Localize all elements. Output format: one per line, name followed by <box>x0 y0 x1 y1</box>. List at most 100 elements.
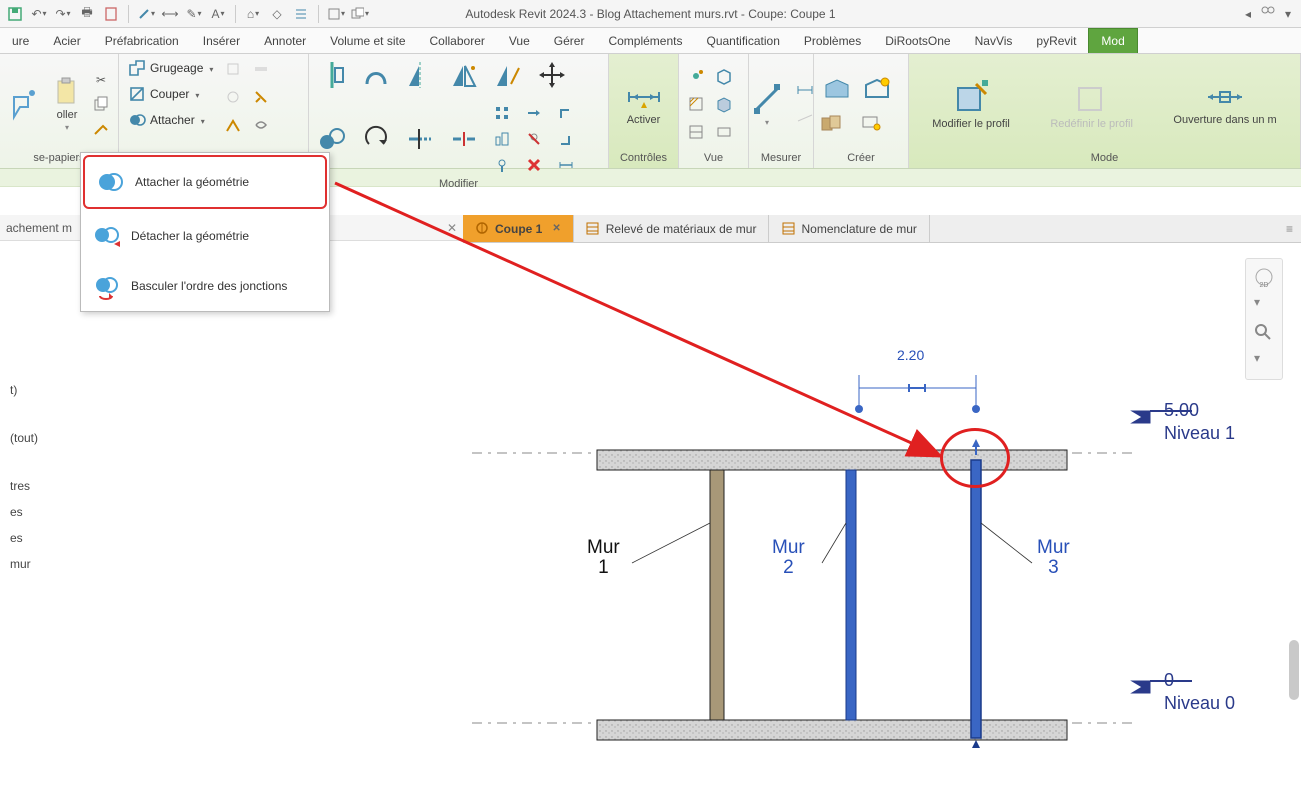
geom-option-5-icon[interactable] <box>250 86 272 108</box>
corner2-icon[interactable] <box>555 128 577 150</box>
vue-icon-6[interactable] <box>713 121 735 143</box>
undo-icon[interactable]: ↶ <box>30 5 48 23</box>
couper-button[interactable]: Couper <box>125 84 216 104</box>
close-views-icon[interactable] <box>327 5 345 23</box>
cut-icon[interactable]: ✂ <box>90 69 112 91</box>
user-icon[interactable] <box>1259 3 1277 24</box>
tab-acier[interactable]: Acier <box>41 28 92 53</box>
mirror-axis-icon[interactable] <box>403 58 437 92</box>
vertical-scrollbar[interactable] <box>1289 640 1299 700</box>
nav-chevron-icon[interactable]: ▾ <box>1254 351 1274 371</box>
level0-name[interactable]: Niveau 0 <box>1164 693 1235 714</box>
pin-icon[interactable] <box>491 154 513 176</box>
align-icon[interactable] <box>315 58 349 92</box>
tab-collaborer[interactable]: Collaborer <box>418 28 497 53</box>
tab-problemes[interactable]: Problèmes <box>792 28 873 53</box>
dim-arrow-icon[interactable] <box>555 154 577 176</box>
scale-icon[interactable] <box>491 128 513 150</box>
delete-icon[interactable] <box>523 154 545 176</box>
tag-icon[interactable]: ✎ <box>185 5 203 23</box>
copy-icon-big[interactable] <box>315 122 349 156</box>
geom-option-3-icon[interactable] <box>222 114 244 136</box>
level1-name[interactable]: Niveau 1 <box>1164 423 1235 444</box>
measure-icon[interactable] <box>137 5 155 23</box>
match-icon[interactable] <box>90 117 112 139</box>
vue-icon-2[interactable] <box>685 93 707 115</box>
prop-row[interactable]: mur <box>10 551 453 577</box>
mirror-pick-icon[interactable] <box>447 58 481 92</box>
menu-attacher-geometrie[interactable]: Attacher la géométrie <box>83 155 327 209</box>
align-dim-icon[interactable]: ⟷ <box>161 5 179 23</box>
vue-icon-5[interactable] <box>713 93 735 115</box>
prop-row[interactable]: es <box>10 525 453 551</box>
close-icon[interactable]: ✕ <box>447 221 457 235</box>
view-tabs-menu-icon[interactable]: ≡ <box>1278 215 1301 242</box>
drawing-canvas[interactable]: 2.20 Mur 1 Mur 2 Mur 3 5.00 Niveau 1 0 N… <box>472 243 1301 790</box>
redo-icon[interactable]: ↷ <box>54 5 72 23</box>
offset-icon[interactable] <box>359 58 393 92</box>
prop-row[interactable]: t) <box>10 377 453 403</box>
menu-basculer-jonctions[interactable]: Basculer l'ordre des jonctions <box>81 261 329 311</box>
tab-annoter[interactable]: Annoter <box>252 28 318 53</box>
create-similar-icon[interactable] <box>820 74 854 108</box>
grugeage-button[interactable]: Grugeage <box>125 58 216 78</box>
tab-inserer[interactable]: Insérer <box>191 28 252 53</box>
attacher-button[interactable]: Attacher <box>125 110 216 130</box>
corner-icon[interactable] <box>555 102 577 124</box>
view-tab-releve[interactable]: Relevé de matériaux de mur <box>574 215 770 242</box>
copy-icon[interactable] <box>90 93 112 115</box>
vue-icon-4[interactable] <box>713 65 735 87</box>
chevron-down-icon[interactable]: ▾ <box>1285 7 1291 21</box>
split-icon[interactable] <box>447 122 481 156</box>
viewcube-icon[interactable]: 2D <box>1254 267 1274 287</box>
menu-detacher-geometrie[interactable]: Détacher la géométrie <box>81 211 329 261</box>
mirror-draw-icon[interactable] <box>491 58 525 92</box>
thin-lines-icon[interactable] <box>292 5 310 23</box>
mesurer-button[interactable]: ▾ <box>746 80 788 129</box>
tab-architecture[interactable]: ure <box>0 28 41 53</box>
tab-volume-site[interactable]: Volume et site <box>318 28 417 53</box>
create-assembly-icon[interactable] <box>860 74 894 108</box>
home-icon[interactable]: ⌂ <box>244 5 262 23</box>
switch-windows-icon[interactable] <box>351 5 369 23</box>
dim-linear-icon[interactable] <box>794 79 816 101</box>
move-icon[interactable] <box>535 58 569 92</box>
sheet-icon[interactable] <box>102 5 120 23</box>
unpin-icon[interactable] <box>523 128 545 150</box>
tab-prefabrication[interactable]: Préfabrication <box>93 28 191 53</box>
geom-option-6-icon[interactable] <box>250 114 272 136</box>
view-tab-coupe1[interactable]: Coupe 1 ✕ <box>463 215 574 242</box>
prop-row[interactable]: (tout) <box>10 425 453 451</box>
extend-icon[interactable] <box>523 102 545 124</box>
create-group-icon[interactable] <box>820 112 842 134</box>
tab-vue[interactable]: Vue <box>497 28 542 53</box>
vue-icon-3[interactable] <box>685 121 707 143</box>
trim-icon[interactable] <box>403 122 437 156</box>
close-tab-icon[interactable]: ✕ <box>552 223 560 234</box>
chevron-left-icon[interactable]: ◂ <box>1245 7 1251 21</box>
activer-button[interactable]: Activer <box>621 80 667 128</box>
modify-button[interactable] <box>6 85 44 123</box>
section-icon[interactable]: ◇ <box>268 5 286 23</box>
zoom-region-icon[interactable] <box>1254 323 1274 343</box>
tab-quantification[interactable]: Quantification <box>694 28 791 53</box>
dimension-value[interactable]: 2.20 <box>897 347 924 363</box>
print-icon[interactable]: 🖶 <box>78 5 96 23</box>
nav-chevron-icon[interactable]: ▾ <box>1254 295 1274 315</box>
tab-gerer[interactable]: Gérer <box>542 28 597 53</box>
tab-navvis[interactable]: NavVis <box>963 28 1025 53</box>
tab-complements[interactable]: Compléments <box>596 28 694 53</box>
prop-row[interactable]: es <box>10 499 453 525</box>
ouverture-button[interactable]: Ouverture dans un m <box>1169 80 1280 128</box>
rotate-icon[interactable] <box>359 122 393 156</box>
create-parts-icon[interactable] <box>860 112 882 134</box>
tab-dirootsone[interactable]: DiRootsOne <box>873 28 962 53</box>
vue-icon-1[interactable] <box>685 65 707 87</box>
save-icon[interactable] <box>6 5 24 23</box>
tab-pyrevit[interactable]: pyRevit <box>1024 28 1088 53</box>
tab-modifier[interactable]: Mod <box>1088 28 1137 53</box>
prop-row[interactable]: tres <box>10 473 453 499</box>
modifier-profil-button[interactable]: Modifier le profil <box>928 76 1014 132</box>
array-icon[interactable] <box>491 102 513 124</box>
paste-button[interactable]: oller ▾ <box>50 75 84 134</box>
